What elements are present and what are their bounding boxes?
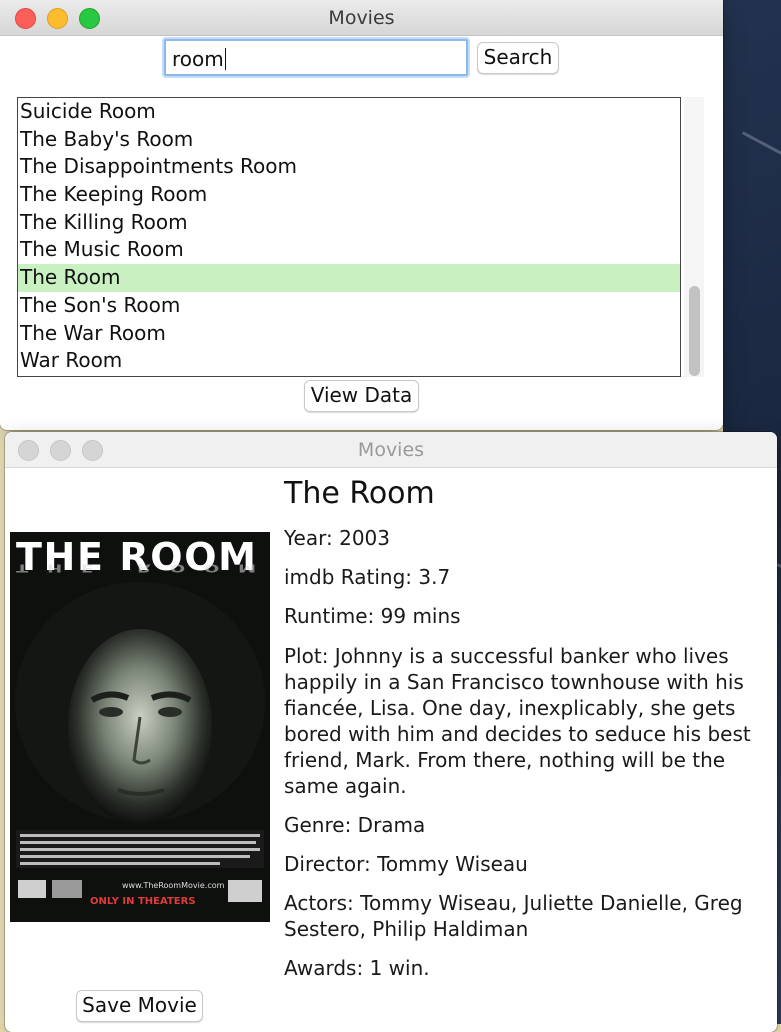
director-label: Director: Tommy Wiseau [284,852,528,876]
list-item[interactable]: The Killing Room [18,209,680,237]
movie-poster: THE ROOM THE ROOM www.TheRoomMovie.com O… [10,532,270,922]
plot-label: Plot: Johnny is a successful banker who … [284,644,751,798]
list-item[interactable]: Suicide Room [18,98,680,126]
list-item[interactable]: War Room [18,347,680,375]
search-window: Movies room Search Suicide Room The Baby'… [0,0,723,430]
year-label: Year: 2003 [284,526,390,550]
list-item[interactable]: The Disappointments Room [18,153,680,181]
list-item[interactable]: The War Room [18,320,680,348]
movie-title: The Room [284,476,435,511]
save-movie-button[interactable]: Save Movie [76,990,203,1022]
text-caret [224,48,226,70]
detail-window-titlebar[interactable]: Movies [5,432,777,468]
window-title: Movies [357,439,425,461]
search-window-titlebar[interactable]: Movies [0,0,723,36]
poster-tagline: ONLY IN THEATERS [90,896,196,907]
runtime-label: Runtime: 99 mins [284,604,461,628]
rating-label: imdb Rating: 3.7 [284,565,451,589]
search-input[interactable]: room [164,39,468,76]
awards-label: Awards: 1 win. [284,956,430,980]
search-button[interactable]: Search [477,42,559,74]
actors-label: Actors: Tommy Wiseau, Juliette Danielle,… [284,891,743,941]
poster-image: THE ROOM THE ROOM www.TheRoomMovie.com O… [10,532,270,922]
window-title: Movies [328,7,395,29]
list-item[interactable]: The Room [18,264,680,292]
list-item[interactable]: The Keeping Room [18,181,680,209]
list-item[interactable]: The Music Room [18,236,680,264]
list-item[interactable]: The Son's Room [18,292,680,320]
results-list[interactable]: Suicide Room The Baby's Room The Disappoin… [17,97,681,377]
view-data-button[interactable]: View Data [304,380,419,412]
genre-label: Genre: Drama [284,813,426,837]
search-input-value: room [172,47,224,71]
results-scrollbar-thumb[interactable] [689,286,700,376]
list-item[interactable]: The Baby's Room [18,126,680,154]
poster-website: www.TheRoomMovie.com [122,881,225,890]
